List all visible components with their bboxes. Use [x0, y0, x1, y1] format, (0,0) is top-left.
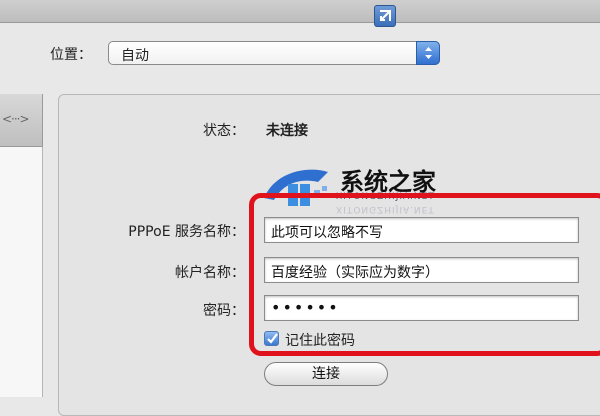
- resize-icon[interactable]: [374, 5, 396, 27]
- location-label: 位置：: [50, 47, 92, 63]
- account-name-label: 帐户名称：: [175, 265, 245, 281]
- connect-button[interactable]: 连接: [264, 362, 388, 386]
- popup-arrows-icon: [416, 41, 440, 65]
- location-select[interactable]: 自动: [108, 41, 440, 65]
- password-label: 密码：: [203, 303, 245, 319]
- status-value: 未连接: [266, 123, 308, 139]
- ethernet-icon: <···>: [2, 112, 30, 126]
- location-value: 自动: [121, 48, 149, 64]
- highlight-box: [249, 193, 600, 356]
- title-bar: [0, 0, 600, 23]
- service-list-item[interactable]: <···>: [0, 94, 43, 147]
- status-label: 状态：: [203, 123, 245, 139]
- service-name-label: PPPoE 服务名称：: [128, 224, 245, 240]
